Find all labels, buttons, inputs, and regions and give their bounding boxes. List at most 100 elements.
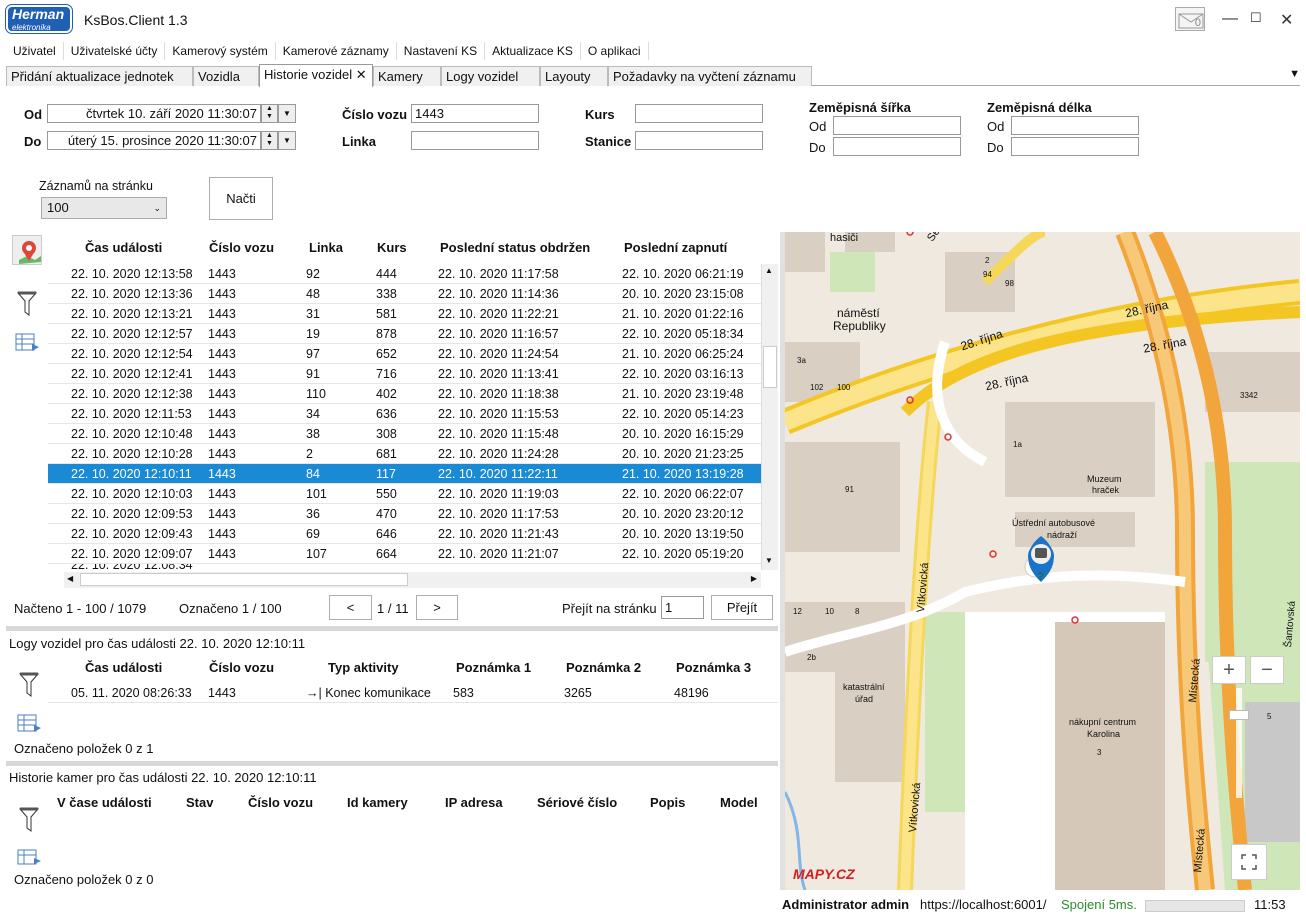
grid-vertical-scrollbar[interactable]: ▲ ▼ <box>761 264 778 570</box>
lon-od-field[interactable] <box>1011 116 1139 135</box>
logs-col-cas[interactable]: Čas události <box>85 660 162 675</box>
table-cell: 22. 10. 2020 12:09:07 <box>71 547 193 561</box>
menu-uzivatelske-ucty[interactable]: Uživatelské účty <box>64 42 166 60</box>
next-page-button[interactable]: > <box>416 595 458 620</box>
col-cas-udalosti[interactable]: Čas události <box>85 240 162 255</box>
prev-page-button[interactable]: < <box>329 595 372 620</box>
menu-kamerove-zaznamy[interactable]: Kamerové záznamy <box>276 42 397 60</box>
lat-od-field[interactable] <box>833 116 961 135</box>
do-dropdown-button[interactable]: ▼ <box>278 131 296 150</box>
cislo-vozu-field[interactable]: 1443 <box>411 104 539 123</box>
tab-pozadavky[interactable]: Požadavky na vyčtení záznamu <box>608 66 812 86</box>
linka-field[interactable] <box>411 131 539 150</box>
table-row[interactable]: 22. 10. 2020 12:10:48 1443 38 308 22. 10. 20… <box>48 424 761 444</box>
table-row[interactable]: 22. 10. 2020 12:09:53 1443 36 470 22. 10. 20… <box>48 504 761 524</box>
col-posledni-status[interactable]: Poslední status obdržen <box>440 240 590 255</box>
lon-do-field[interactable] <box>1011 137 1139 156</box>
zoom-out-button[interactable]: − <box>1250 656 1284 684</box>
table-row[interactable]: 22. 10. 2020 12:13:36 1443 48 338 22. 10. 20… <box>48 284 761 304</box>
section-divider-2[interactable] <box>6 761 778 766</box>
tab-logy-vozidel[interactable]: Logy vozidel <box>441 66 540 86</box>
cam-col-cas[interactable]: V čase události <box>57 795 152 810</box>
cam-col-cislo[interactable]: Číslo vozu <box>248 795 313 810</box>
table-row[interactable]: 22. 10. 2020 12:09:43 1443 69 646 22. 10. 20… <box>48 524 761 544</box>
filter-icon[interactable] <box>15 290 45 320</box>
table-row[interactable]: 22. 10. 2020 12:09:07 1443 107 664 22. 10. 2… <box>48 544 761 564</box>
table-row[interactable]: 22. 10. 2020 12:12:54 1443 97 652 22. 10. 20… <box>48 344 761 364</box>
tab-pridani-aktualizace[interactable]: Přidání aktualizace jednotek <box>6 66 193 86</box>
cam-col-ip[interactable]: IP adresa <box>445 795 503 810</box>
menu-nastaveni-ks[interactable]: Nastavení KS <box>397 42 486 60</box>
col-cislo-vozu[interactable]: Číslo vozu <box>209 240 274 255</box>
logs-col-pozn2[interactable]: Poznámka 2 <box>566 660 641 675</box>
logs-table-row[interactable]: 05. 11. 2020 08:26:33 1443 →| Konec komu… <box>48 683 778 703</box>
tab-layouty[interactable]: Layouty <box>540 66 608 86</box>
table-row[interactable]: 22. 10. 2020 12:10:11 1443 84 117 22. 10. 20… <box>48 464 761 484</box>
logs-col-pozn3[interactable]: Poznámka 3 <box>676 660 751 675</box>
cam-col-model[interactable]: Model <box>720 795 758 810</box>
fullscreen-button[interactable] <box>1231 844 1267 880</box>
od-dropdown-button[interactable]: ▼ <box>278 104 296 123</box>
cam-col-popis[interactable]: Popis <box>650 795 685 810</box>
menu-aktualizace-ks[interactable]: Aktualizace KS <box>485 42 581 60</box>
table-row[interactable]: 22. 10. 2020 12:12:57 1443 19 878 22. 10. 20… <box>48 324 761 344</box>
map-view[interactable]: ? hasiči Senovážné náměstí Republiky 28.… <box>785 232 1300 890</box>
logs-col-pozn1[interactable]: Poznámka 1 <box>456 660 531 675</box>
export-table-icon[interactable] <box>14 332 44 362</box>
menu-kamerovy-system[interactable]: Kamerový systém <box>165 42 276 60</box>
map-splitter[interactable] <box>780 232 785 890</box>
goto-page-field[interactable]: 1 <box>661 596 704 619</box>
map-pin-icon[interactable] <box>12 235 42 265</box>
cam-col-seriove[interactable]: Sériové číslo <box>537 795 617 810</box>
h-scroll-thumb[interactable] <box>80 573 408 586</box>
scroll-up-icon[interactable]: ▲ <box>765 266 773 275</box>
goto-page-button[interactable]: Přejít <box>711 595 773 620</box>
load-button[interactable]: Načti <box>209 177 273 220</box>
col-linka[interactable]: Linka <box>309 240 343 255</box>
cam-col-stav[interactable]: Stav <box>186 795 213 810</box>
minimize-button[interactable]: — <box>1222 10 1238 28</box>
tab-overflow-icon[interactable]: ▼ <box>1289 68 1300 80</box>
close-window-button[interactable]: ✕ <box>1280 10 1293 30</box>
table-row[interactable]: 22. 10. 2020 12:13:58 1443 92 444 22. 10. 20… <box>48 264 761 284</box>
logs-col-cislo[interactable]: Číslo vozu <box>209 660 274 675</box>
zoom-slider-handle[interactable] <box>1229 710 1249 720</box>
zoom-in-button[interactable]: + <box>1212 656 1246 684</box>
tab-historie-vozidel[interactable]: Historie vozidel ✕ <box>259 64 373 87</box>
col-posledni-zapnuti[interactable]: Poslední zapnutí <box>624 240 727 255</box>
close-tab-icon[interactable]: ✕ <box>356 67 367 82</box>
table-row[interactable]: 22. 10. 2020 12:10:03 1443 101 550 22. 10. 2… <box>48 484 761 504</box>
scroll-right-icon[interactable]: ▶ <box>751 574 757 583</box>
do-date-field[interactable]: úterý 15. prosince 2020 11:30:07 <box>47 131 261 150</box>
per-page-select[interactable]: 100 ⌄ <box>41 197 167 219</box>
grid-horizontal-scrollbar[interactable]: ◀ ▶ <box>64 572 761 588</box>
tab-vozidla[interactable]: Vozidla <box>193 66 259 86</box>
logs-export-icon[interactable] <box>16 713 46 743</box>
table-row[interactable]: 22. 10. 2020 12:12:41 1443 91 716 22. 10. 20… <box>48 364 761 384</box>
table-row[interactable]: 22. 10. 2020 12:13:21 1443 31 581 22. 10. 20… <box>48 304 761 324</box>
menu-o-aplikaci[interactable]: O aplikaci <box>581 42 649 60</box>
col-kurs[interactable]: Kurs <box>377 240 407 255</box>
menu-uzivatel[interactable]: Uživatel <box>6 42 64 60</box>
section-divider[interactable] <box>6 626 778 631</box>
kurs-field[interactable] <box>635 104 763 123</box>
stanice-field[interactable] <box>635 131 763 150</box>
zoom-slider[interactable] <box>1236 688 1242 798</box>
od-spinner[interactable]: ▲ ▼ <box>261 104 278 123</box>
do-spinner[interactable]: ▲ ▼ <box>261 131 278 150</box>
scroll-thumb[interactable] <box>763 346 777 388</box>
cameras-filter-icon[interactable] <box>17 806 47 836</box>
mail-icon[interactable]: 0 <box>1175 7 1205 31</box>
table-row[interactable]: 22. 10. 2020 12:11:53 1443 34 636 22. 10. 20… <box>48 404 761 424</box>
od-date-field[interactable]: čtvrtek 10. září 2020 11:30:07 <box>47 104 261 123</box>
scroll-down-icon[interactable]: ▼ <box>765 556 773 565</box>
logs-col-typ[interactable]: Typ aktivity <box>328 660 399 675</box>
maximize-button[interactable]: ☐ <box>1250 10 1262 26</box>
table-row[interactable]: 22. 10. 2020 12:10:28 1443 2 681 22. 10. 202… <box>48 444 761 464</box>
scroll-left-icon[interactable]: ◀ <box>67 574 73 583</box>
lat-do-field[interactable] <box>833 137 961 156</box>
logs-filter-icon[interactable] <box>17 671 47 701</box>
table-row[interactable]: 22. 10. 2020 12:12:38 1443 110 402 22. 10. 2… <box>48 384 761 404</box>
tab-kamery[interactable]: Kamery <box>373 66 441 86</box>
cam-col-id[interactable]: Id kamery <box>347 795 408 810</box>
